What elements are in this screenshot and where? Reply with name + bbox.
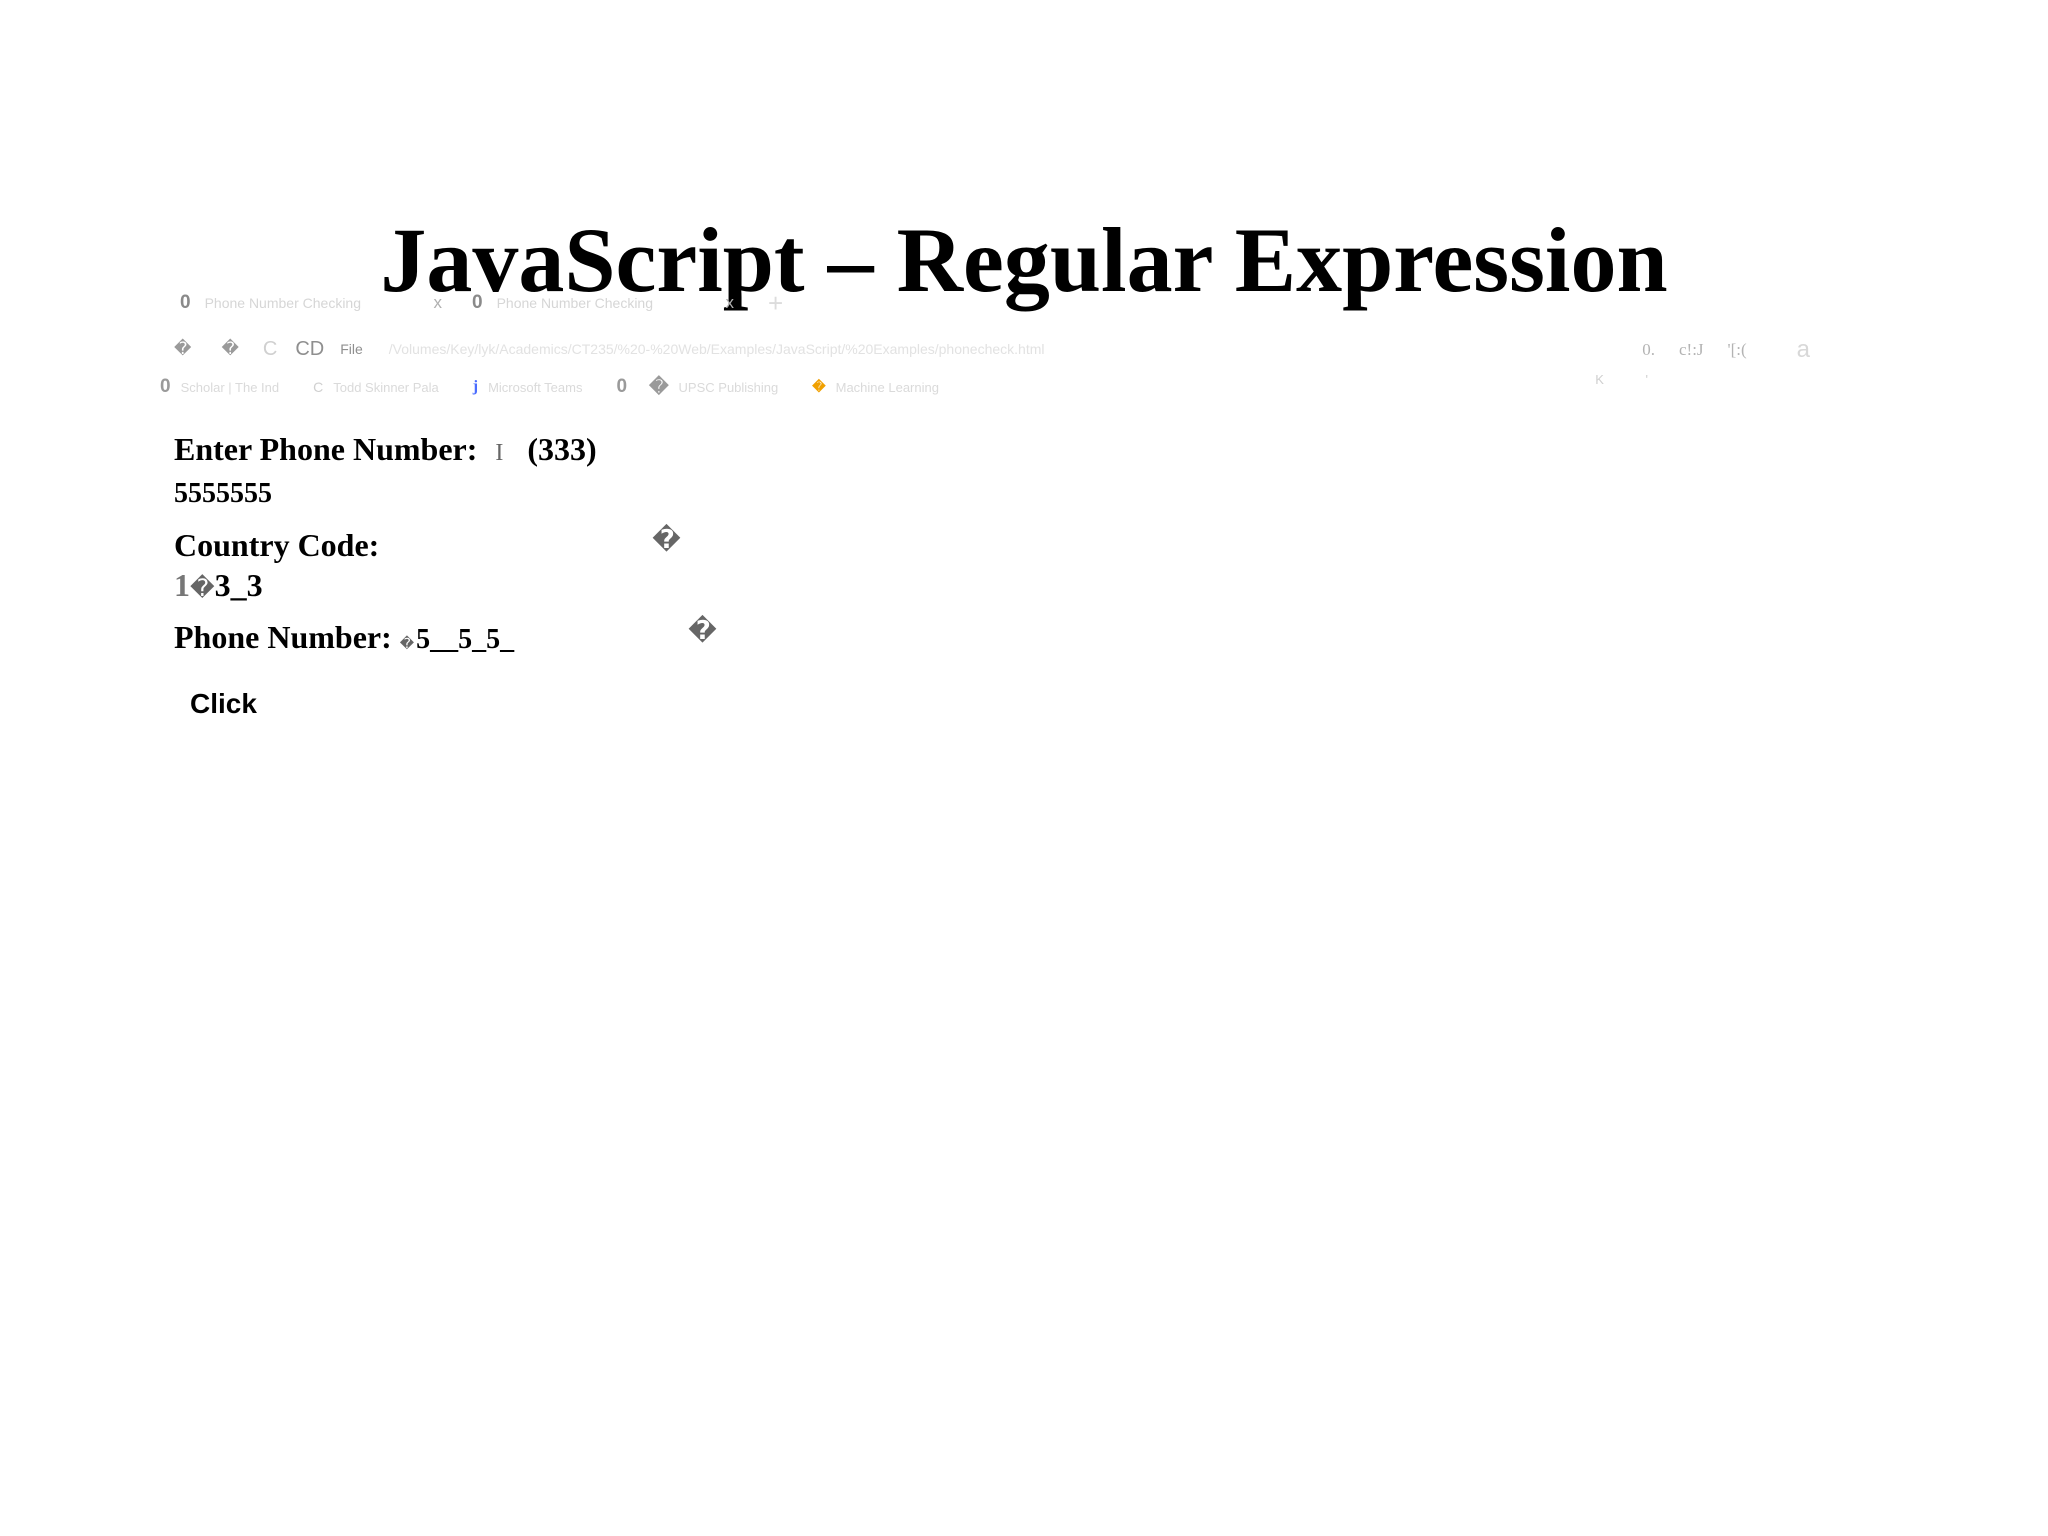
- country-code-digit: 1: [174, 567, 190, 603]
- profile-icon[interactable]: a: [1797, 336, 1810, 364]
- bookmark-icon: 0: [160, 376, 171, 397]
- back-icon[interactable]: �: [174, 339, 191, 359]
- bookmark-label: UPSC Publishing: [678, 379, 779, 395]
- click-button[interactable]: Click: [190, 688, 257, 720]
- missing-glyph-icon: �: [688, 616, 717, 646]
- missing-glyph-icon: �: [652, 525, 681, 555]
- bookmark-label: Machine Learning: [835, 379, 939, 395]
- page-info-icon[interactable]: CD: [295, 338, 324, 361]
- enter-phone-value-number[interactable]: 5555555: [174, 478, 272, 509]
- browser-chrome: 0 Phone Number Checking x 0 Phone Number…: [160, 280, 1900, 410]
- tab-strip: 0 Phone Number Checking x 0 Phone Number…: [160, 286, 783, 320]
- bookmark-icon: C: [313, 379, 324, 395]
- phone-number-value: 5__5_5_: [416, 624, 515, 655]
- phone-form: Enter Phone Number: I (333) 5555555 Coun…: [174, 430, 717, 665]
- bookmark-label: Scholar | The Ind: [180, 379, 280, 395]
- bookmark-item[interactable]: 0: [616, 376, 637, 398]
- bookmark-icon: �: [649, 376, 669, 398]
- tab-label: Phone Number Checking: [496, 295, 653, 311]
- url-input[interactable]: /Volumes/Key/lyk/Academics/CT235/%20-%20…: [389, 341, 1045, 357]
- overflow-icon[interactable]: K: [1595, 372, 1604, 387]
- other-bookmarks-icon[interactable]: ': [1646, 372, 1648, 387]
- bookmark-label: Microsoft Teams: [488, 379, 583, 395]
- share-icon[interactable]: c!:J: [1679, 340, 1704, 360]
- country-code-label: Country Code:: [174, 527, 380, 563]
- phone-number-label: Phone Number:: [174, 619, 392, 655]
- bookmark-star-icon[interactable]: '[:(: [1728, 340, 1747, 360]
- enter-phone-label: Enter Phone Number:: [174, 431, 478, 467]
- bookmark-icon: 0: [616, 376, 628, 397]
- missing-glyph-icon: �: [399, 636, 415, 652]
- tab-favicon-icon: 0: [180, 292, 191, 313]
- enter-phone-value-area-code[interactable]: (333): [527, 431, 596, 467]
- zoom-icon[interactable]: 0.: [1642, 340, 1655, 360]
- address-bar-row: � � C CD File /Volumes/Key/lyk/Academics…: [160, 332, 1045, 366]
- phone-number-field: Phone Number: �5__5_5_ �: [174, 616, 717, 665]
- bookmark-item[interactable]: � Machine Learning: [812, 379, 939, 395]
- forward-icon[interactable]: �: [221, 339, 238, 359]
- missing-glyph-icon: �: [190, 574, 215, 602]
- bookmark-item[interactable]: C Todd Skinner Pala: [313, 379, 439, 395]
- bookmark-label: Todd Skinner Pala: [333, 379, 439, 395]
- text-cursor-icon: I: [495, 440, 504, 466]
- enter-phone-field: Enter Phone Number: I (333) 5555555: [174, 430, 597, 513]
- bookmarks-right-icons: K ': [1557, 372, 1648, 387]
- bookmark-item[interactable]: 0 Scholar | The Ind: [160, 376, 279, 398]
- tab-phone-number-checking-1[interactable]: 0 Phone Number Checking x: [160, 292, 452, 314]
- country-code-value: 3_3: [214, 567, 263, 603]
- new-tab-icon[interactable]: +: [768, 290, 783, 316]
- tab-label: Phone Number Checking: [204, 295, 361, 311]
- tab-phone-number-checking-2[interactable]: 0 Phone Number Checking x: [452, 292, 744, 314]
- close-icon[interactable]: x: [726, 293, 735, 313]
- teams-icon: j: [472, 378, 479, 395]
- url-scheme: File: [340, 341, 363, 357]
- reload-icon[interactable]: C: [263, 338, 277, 361]
- tab-favicon-icon: 0: [472, 292, 483, 313]
- bookmark-item[interactable]: � UPSC Publishing: [649, 376, 778, 399]
- toolbar-right-icons: 0. c!:J '[:( a: [1618, 336, 1810, 364]
- bookmark-icon: �: [812, 379, 826, 394]
- country-code-field: Country Code: � 1�3_3: [174, 525, 681, 608]
- bookmarks-bar: 0 Scholar | The Ind C Todd Skinner Pala …: [160, 370, 973, 404]
- close-icon[interactable]: x: [434, 293, 443, 313]
- bookmark-item[interactable]: j Microsoft Teams: [473, 378, 583, 396]
